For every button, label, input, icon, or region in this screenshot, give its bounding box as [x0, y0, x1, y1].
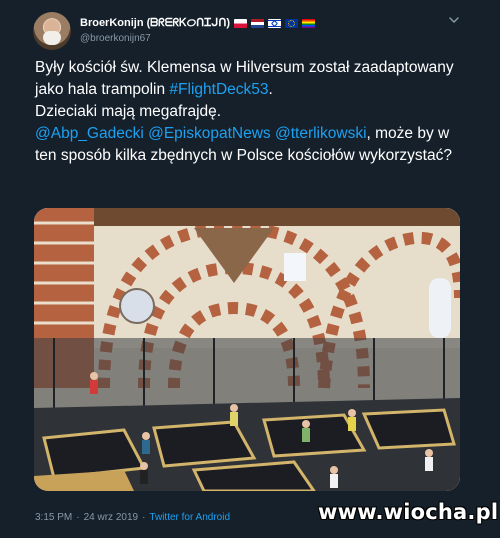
poland-flag-icon	[234, 18, 248, 28]
tweet-paragraph-2: Dzieciaki mają megafrajdę.	[35, 103, 222, 120]
chevron-down-icon[interactable]	[448, 14, 460, 26]
watermark: www.wiocha.pl	[318, 500, 499, 524]
meta-separator-1: ·	[76, 512, 80, 523]
display-name[interactable]: BroerKonijn (ᗷᖇᗴᖇᏦᝪᑎᏆᒍᑎ)	[80, 15, 230, 31]
mention-link-2[interactable]: @EpiskopatNews	[148, 125, 271, 142]
netherlands-flag-icon	[251, 18, 265, 28]
hashtag-link[interactable]: #FlightDeck53	[169, 81, 268, 98]
mention-link-1[interactable]: @Abp_Gadecki	[35, 125, 144, 142]
tweet-meta: 3:15 PM · 24 wrz 2019 · Twitter for Andr…	[35, 512, 230, 523]
tweet-text: Były kościół św. Klemensa w Hilversum zo…	[35, 57, 455, 167]
avatar[interactable]	[33, 12, 71, 50]
author-block: BroerKonijn (ᗷᖇᗴᖇᏦᝪᑎᏆᒍᑎ) @broerkonijn67	[80, 15, 440, 46]
eu-flag-icon	[285, 18, 299, 28]
tweet-text-period: .	[268, 81, 273, 98]
tweet-paragraph-1: Były kościół św. Klemensa w Hilversum zo…	[35, 57, 455, 101]
display-name-row[interactable]: BroerKonijn (ᗷᖇᗴᖇᏦᝪᑎᏆᒍᑎ)	[80, 15, 440, 31]
avatar-beard	[43, 31, 61, 45]
user-handle[interactable]: @broerkonijn67	[80, 32, 440, 46]
church-trampoline-photo	[34, 208, 460, 491]
tweet-time[interactable]: 3:15 PM	[35, 512, 72, 523]
israel-flag-icon	[268, 18, 282, 28]
tweet-date[interactable]: 24 wrz 2019	[84, 512, 138, 523]
tweet-paragraph-3: @Abp_Gadecki @EpiskopatNews @tterlikowsk…	[35, 123, 455, 167]
tweet: BroerKonijn (ᗷᖇᗴᖇᏦᝪᑎᏆᒍᑎ) @broerkonijn67 …	[0, 0, 500, 538]
rainbow-flag-icon	[302, 18, 316, 28]
meta-separator-2: ·	[142, 512, 146, 523]
mention-link-3[interactable]: @tterlikowski	[275, 125, 367, 142]
tweet-source-link[interactable]: Twitter for Android	[149, 512, 230, 523]
tweet-photo[interactable]	[34, 208, 460, 491]
